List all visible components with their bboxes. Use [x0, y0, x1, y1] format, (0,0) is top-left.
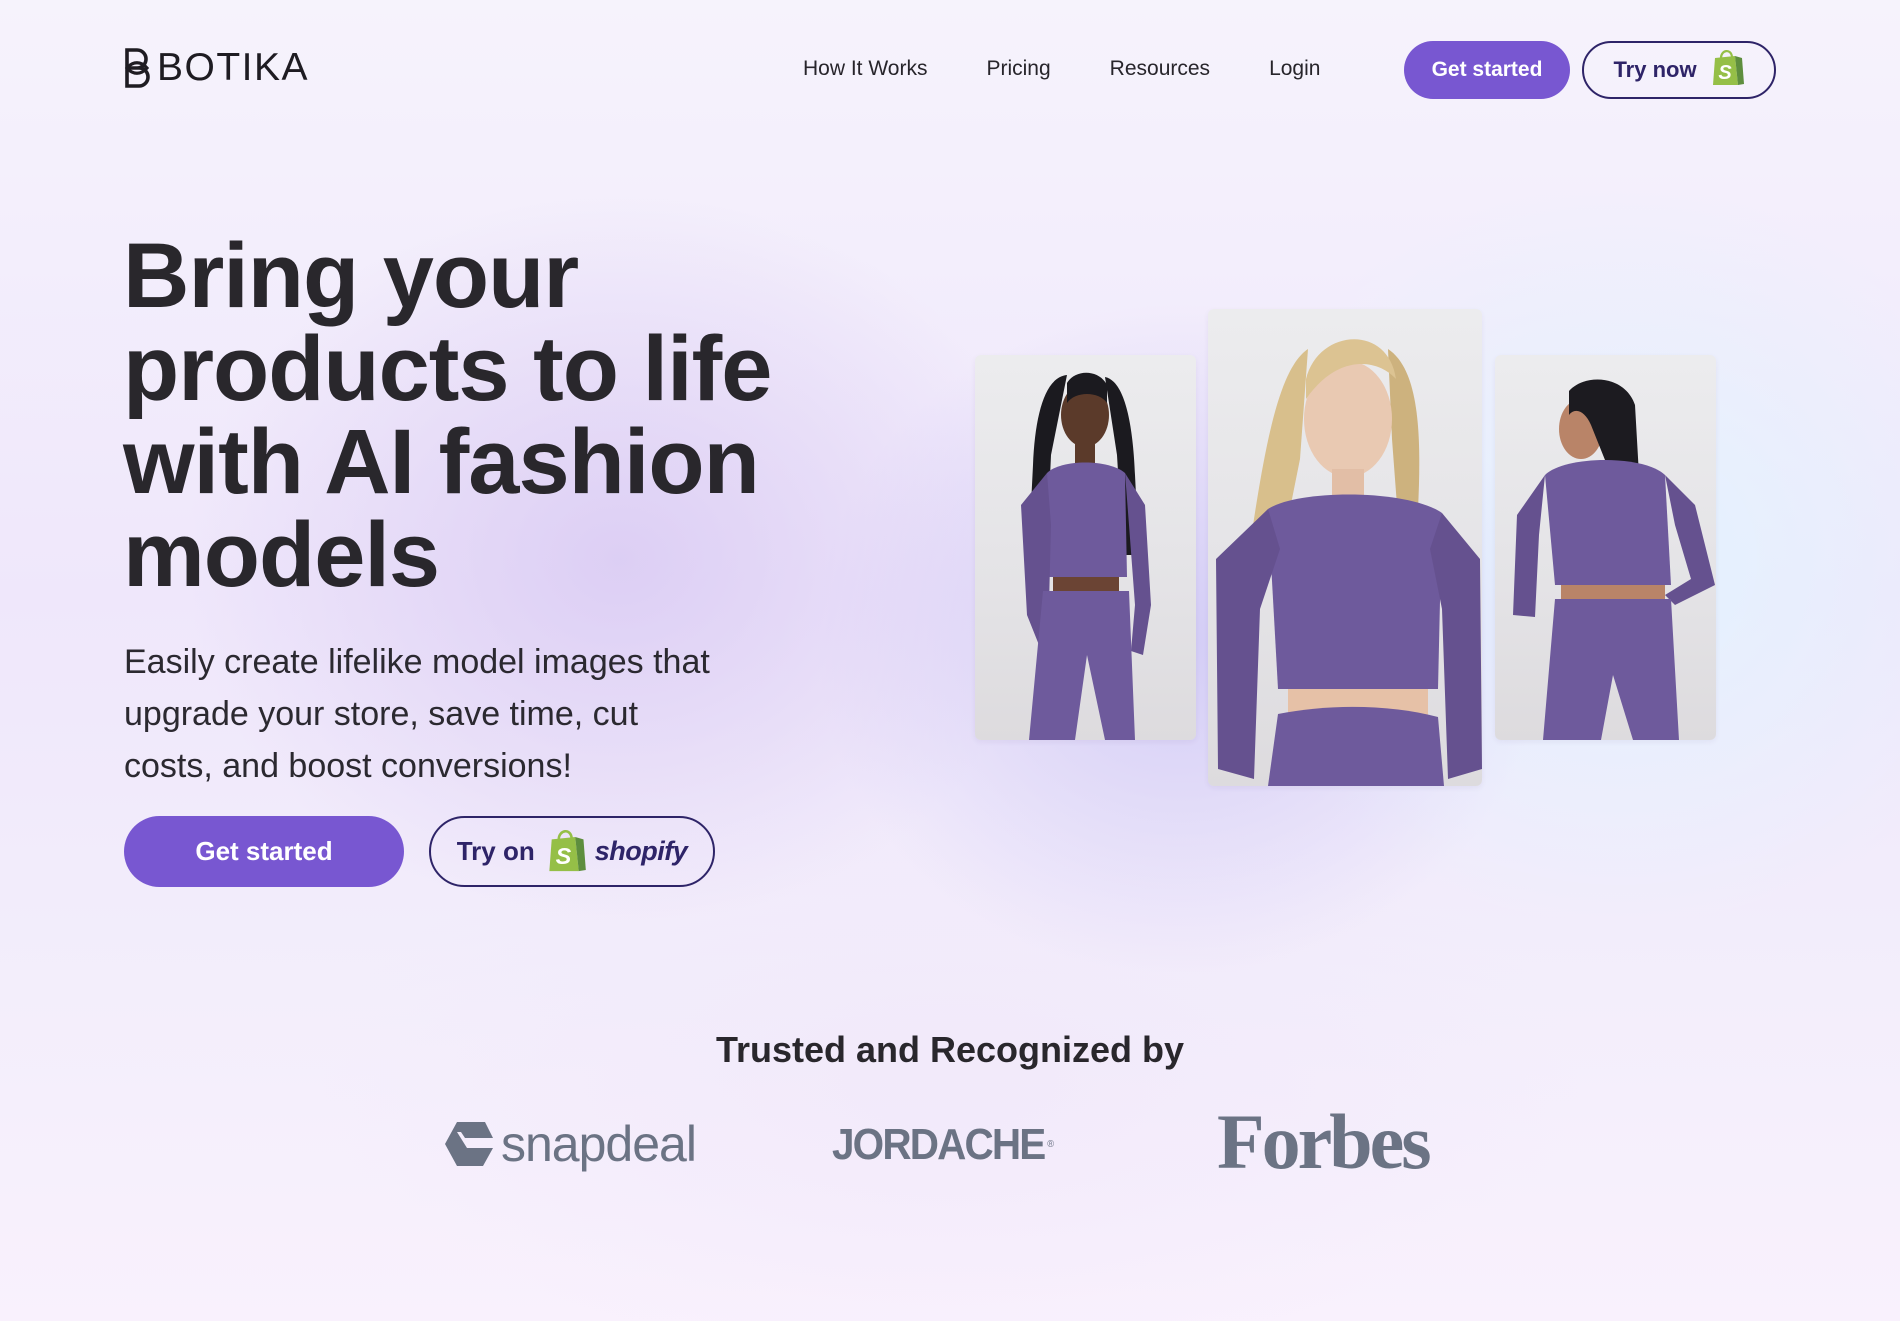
botika-mark-icon — [124, 48, 150, 88]
hero-get-started-button[interactable]: Get started — [124, 816, 404, 887]
shopify-wordmark: shopify — [594, 836, 688, 866]
model-figure-left — [1021, 372, 1151, 740]
trusted-heading: Trusted and Recognized by — [715, 1029, 1185, 1070]
subtitle-line: Easily create lifelike model images that — [124, 643, 710, 681]
hero-subtitle: Easily create lifelike model images that… — [124, 636, 804, 792]
subtitle-line: costs, and boost conversions! — [124, 747, 572, 785]
model-image-left — [975, 355, 1196, 740]
try-now-label: Try now — [1613, 57, 1697, 82]
main-nav: How It Works Pricing Resources Login — [803, 52, 1320, 86]
jordache-logo: JORDACHE ® — [832, 1118, 1054, 1172]
headline-line: products to life — [123, 318, 772, 420]
svg-text:S: S — [555, 843, 571, 869]
snapdeal-logo: snapdeal — [443, 1116, 697, 1172]
svg-text:S: S — [1718, 62, 1732, 84]
headline-line: models — [123, 504, 440, 606]
header-try-now-button[interactable]: Try now S — [1582, 41, 1776, 99]
snapdeal-wordmark: snapdeal — [501, 1116, 697, 1172]
registered-mark: ® — [1047, 1139, 1054, 1150]
nav-login[interactable]: Login — [1269, 52, 1320, 86]
subtitle-line: upgrade your store, save time, cut — [124, 695, 639, 733]
snapdeal-mark-icon — [445, 1122, 493, 1166]
nav-how-it-works[interactable]: How It Works — [803, 52, 927, 86]
nav-pricing[interactable]: Pricing — [986, 52, 1050, 86]
shopify-bag-icon: S — [549, 829, 586, 871]
headline-line: with AI fashion — [123, 411, 760, 513]
brand-logo[interactable]: BOTIKA — [123, 48, 309, 88]
nav-resources[interactable]: Resources — [1110, 52, 1210, 86]
header-get-started-button[interactable]: Get started — [1404, 41, 1570, 99]
page: BOTIKA How It Works Pricing Resources Lo… — [0, 0, 1900, 1321]
brand-name: BOTIKA — [157, 46, 310, 89]
headline-line: Bring your — [123, 225, 579, 327]
model-image-right — [1495, 355, 1716, 740]
try-on-label: Try on — [456, 836, 535, 866]
model-image-center — [1208, 309, 1482, 786]
shopify-bag-icon: S — [1712, 50, 1744, 85]
forbes-wordmark: Forbes — [1217, 1098, 1432, 1185]
model-figure-right — [1513, 379, 1715, 740]
try-on-shopify-button[interactable]: Try on S shopify — [429, 816, 715, 887]
model-figure-center — [1216, 339, 1482, 786]
forbes-logo: Forbes — [1217, 1098, 1432, 1185]
hero-headline: Bring your products to life with AI fash… — [123, 230, 863, 602]
jordache-wordmark: JORDACHE — [832, 1120, 1046, 1169]
